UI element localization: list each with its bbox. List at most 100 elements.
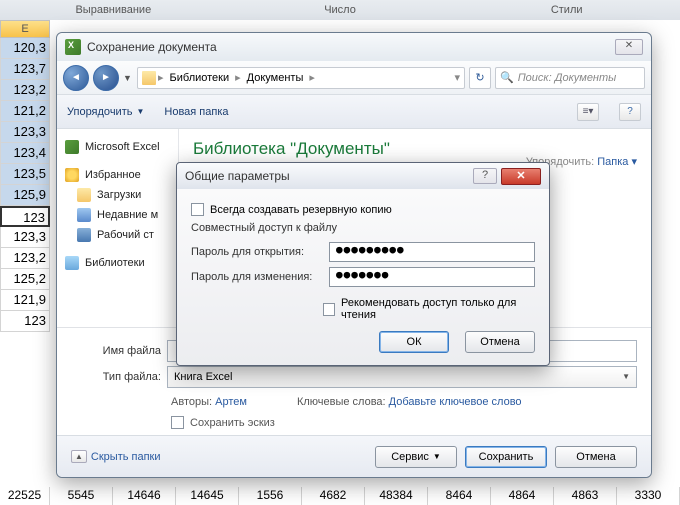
checkbox-icon bbox=[323, 303, 335, 316]
crumb-libraries[interactable]: Библиотеки bbox=[166, 72, 234, 84]
authors-field: Авторы: Артем bbox=[171, 396, 247, 408]
authors-value[interactable]: Артем bbox=[215, 396, 247, 408]
cell[interactable]: 123,3 bbox=[0, 227, 50, 248]
cell[interactable]: 121,9 bbox=[0, 290, 50, 311]
sidebar-item-label: Рабочий ст bbox=[97, 229, 154, 241]
cell[interactable]: 125,2 bbox=[0, 269, 50, 290]
sidebar-item-desktop[interactable]: Рабочий ст bbox=[63, 225, 172, 245]
save-dialog-titlebar[interactable]: Сохранение документа ✕ bbox=[57, 33, 651, 61]
sidebar-libraries-header[interactable]: Библиотеки bbox=[63, 253, 172, 273]
sidebar-brand[interactable]: Microsoft Excel bbox=[63, 137, 172, 157]
save-thumbnail-checkbox[interactable]: Сохранить эскиз bbox=[171, 416, 637, 429]
password-modify-input[interactable]: ●●●●●●● bbox=[329, 267, 535, 287]
checkbox-icon bbox=[171, 416, 184, 429]
cell[interactable]: 123,4 bbox=[0, 143, 50, 164]
cell[interactable]: 121,2 bbox=[0, 101, 50, 122]
tools-button[interactable]: Сервис ▼ bbox=[375, 446, 457, 468]
chevron-right-icon[interactable]: ▸ bbox=[235, 71, 241, 84]
breadcrumb[interactable]: ▸ Библиотеки ▸ Документы ▸ ▾ bbox=[137, 67, 465, 89]
cell[interactable]: 1556 bbox=[239, 487, 302, 505]
crumb-documents[interactable]: Документы bbox=[243, 72, 308, 84]
sidebar-item-downloads[interactable]: Загрузки bbox=[63, 185, 172, 205]
sidebar-brand-label: Microsoft Excel bbox=[85, 141, 160, 153]
cell-active[interactable]: 123 bbox=[0, 206, 50, 227]
cell[interactable]: 48384 bbox=[365, 487, 428, 505]
cell[interactable]: 123,5 bbox=[0, 164, 50, 185]
chevron-right-icon[interactable]: ▸ bbox=[158, 71, 164, 84]
refresh-button[interactable]: ↻ bbox=[469, 67, 491, 89]
cell[interactable]: 4682 bbox=[302, 487, 365, 505]
desktop-icon bbox=[77, 228, 91, 242]
cell[interactable]: 123,3 bbox=[0, 122, 50, 143]
nav-bar: ▼ ▸ Библиотеки ▸ Документы ▸ ▾ ↻ 🔍 Поиск… bbox=[57, 61, 651, 95]
password-open-label: Пароль для открытия: bbox=[191, 246, 329, 258]
keywords-value[interactable]: Добавьте ключевое слово bbox=[389, 396, 522, 408]
search-input[interactable]: 🔍 Поиск: Документы bbox=[495, 67, 645, 89]
readonly-recommend-checkbox[interactable]: Рекомендовать доступ только для чтения bbox=[323, 297, 535, 321]
nav-history-dropdown[interactable]: ▼ bbox=[123, 73, 133, 83]
sidebar-favorites-header[interactable]: Избранное bbox=[63, 165, 172, 185]
excel-icon bbox=[65, 39, 81, 55]
cell[interactable]: 4864 bbox=[491, 487, 554, 505]
help-button[interactable]: ? bbox=[473, 168, 497, 184]
cell[interactable]: 14646 bbox=[113, 487, 176, 505]
search-icon: 🔍 bbox=[500, 71, 514, 84]
new-folder-label: Новая папка bbox=[164, 106, 228, 118]
close-button[interactable]: ✕ bbox=[615, 39, 643, 55]
password-open-input[interactable]: ●●●●●●●●● bbox=[329, 242, 535, 262]
sort-value-link[interactable]: Папка ▾ bbox=[597, 156, 637, 168]
filetype-value: Книга Excel bbox=[174, 367, 232, 387]
options-body: Всегда создавать резервную копию Совмест… bbox=[177, 189, 549, 365]
close-button[interactable]: ✕ bbox=[501, 168, 541, 185]
filetype-combo[interactable]: Книга Excel ▼ bbox=[167, 366, 637, 388]
cell[interactable]: 123,2 bbox=[0, 80, 50, 101]
cell[interactable]: 8464 bbox=[428, 487, 491, 505]
cell[interactable]: 14645 bbox=[176, 487, 239, 505]
ok-button[interactable]: ОК bbox=[379, 331, 449, 353]
password-modify-label: Пароль для изменения: bbox=[191, 271, 329, 283]
chevron-down-icon[interactable]: ▾ bbox=[454, 71, 460, 84]
ribbon-group: Выравнивание bbox=[0, 4, 227, 16]
recent-icon bbox=[77, 208, 91, 222]
nav-back-button[interactable] bbox=[63, 65, 89, 91]
chevron-down-icon: ▼ bbox=[622, 367, 630, 387]
sidebar-item-label: Загрузки bbox=[97, 189, 141, 201]
organize-button[interactable]: Упорядочить ▼ bbox=[67, 106, 144, 118]
cell[interactable]: 123 bbox=[0, 311, 50, 332]
cell[interactable]: 123,7 bbox=[0, 59, 50, 80]
help-button[interactable]: ? bbox=[619, 103, 641, 121]
keywords-label: Ключевые слова: bbox=[297, 396, 386, 408]
keywords-field: Ключевые слова: Добавьте ключевое слово bbox=[297, 396, 522, 408]
toolbar: Упорядочить ▼ Новая папка ≡▾ ? bbox=[57, 95, 651, 129]
organize-label: Упорядочить bbox=[67, 106, 132, 118]
cell[interactable]: 120,3 bbox=[0, 38, 50, 59]
ribbon-groups: Выравнивание Число Стили bbox=[0, 0, 680, 20]
cell[interactable]: 125,9 bbox=[0, 185, 50, 206]
col-header-e[interactable]: E bbox=[0, 20, 50, 38]
authors-label: Авторы: bbox=[171, 396, 212, 408]
sidebar: Microsoft Excel Избранное Загрузки Недав… bbox=[57, 129, 179, 325]
cell[interactable]: 4863 bbox=[554, 487, 617, 505]
general-options-dialog: Общие параметры ? ✕ Всегда создавать рез… bbox=[176, 162, 550, 366]
hide-folders-link[interactable]: Скрыть папки bbox=[71, 450, 161, 463]
chevron-right-icon[interactable]: ▸ bbox=[309, 71, 315, 84]
sidebar-favorites-label: Избранное bbox=[85, 169, 141, 181]
libraries-icon bbox=[65, 256, 79, 270]
options-titlebar[interactable]: Общие параметры ? ✕ bbox=[177, 163, 549, 189]
cancel-button[interactable]: Отмена bbox=[555, 446, 637, 468]
spreadsheet-column: E 120,3 123,7 123,2 121,2 123,3 123,4 12… bbox=[0, 20, 50, 505]
cell[interactable]: 123,2 bbox=[0, 248, 50, 269]
cell[interactable]: 3330 bbox=[617, 487, 680, 505]
sidebar-item-recent[interactable]: Недавние м bbox=[63, 205, 172, 225]
view-button[interactable]: ≡▾ bbox=[577, 103, 599, 121]
nav-forward-button[interactable] bbox=[93, 65, 119, 91]
filetype-label: Тип файла: bbox=[71, 371, 167, 383]
cell[interactable]: 22525 bbox=[0, 487, 50, 505]
cancel-button[interactable]: Отмена bbox=[465, 331, 535, 353]
save-button[interactable]: Сохранить bbox=[465, 446, 547, 468]
new-folder-button[interactable]: Новая папка bbox=[164, 106, 228, 118]
checkbox-icon bbox=[191, 203, 204, 216]
cell[interactable]: 5545 bbox=[50, 487, 113, 505]
excel-icon bbox=[65, 140, 79, 154]
always-backup-checkbox[interactable]: Всегда создавать резервную копию bbox=[191, 203, 535, 216]
